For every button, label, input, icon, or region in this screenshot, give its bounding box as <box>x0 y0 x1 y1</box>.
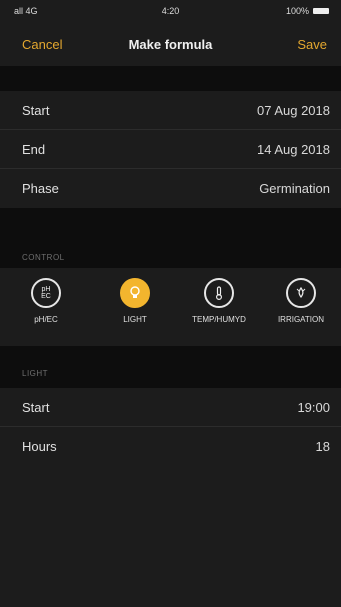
control-section: pH EC pH/EC LIGHT TEMP/HUMYD IRRIGATION <box>0 268 341 346</box>
control-light-label: LIGHT <box>123 315 147 324</box>
navigation-bar: Cancel Make formula Save <box>0 22 341 66</box>
save-button[interactable]: Save <box>297 37 327 52</box>
light-start-label: Start <box>22 399 50 415</box>
battery-percent: 100% <box>285 6 309 16</box>
control-temp-humidity-label: TEMP/HUMYD <box>192 315 246 324</box>
bulb-icon <box>130 286 140 298</box>
control-irrigation-label: IRRIGATION <box>277 315 325 324</box>
ph-ec-icon: pH EC <box>31 278 61 308</box>
light-start-value: 19:00 <box>297 399 330 415</box>
temp-humidity-icon <box>204 278 234 308</box>
thermometer-icon <box>216 286 222 300</box>
phase-label: Phase <box>22 181 59 196</box>
light-section: Start 19:00 Hours 18 <box>0 388 341 466</box>
light-hours-value: 18 <box>315 439 330 454</box>
phase-row[interactable]: Phase Germination <box>0 169 341 208</box>
control-temp-humidity[interactable]: TEMP/HUMYD <box>179 278 259 324</box>
light-icon <box>120 278 150 308</box>
phase-value: Germination <box>259 181 330 196</box>
start-date-row[interactable]: Start 07 Aug 2018 <box>0 91 341 130</box>
end-date-label: End <box>22 141 46 157</box>
control-ph-ec[interactable]: pH EC pH/EC <box>6 278 86 324</box>
bottom-panel <box>0 461 341 607</box>
light-section-header: LIGHT <box>22 369 49 378</box>
end-date-value: 14 Aug 2018 <box>256 141 330 157</box>
schedule-section: Start 07 Aug 2018 End 14 Aug 2018 Phase … <box>0 91 341 208</box>
control-irrigation[interactable]: IRRIGATION <box>261 278 341 324</box>
battery-icon <box>313 8 329 14</box>
light-hours-label: Hours <box>22 439 57 454</box>
end-date-row[interactable]: End 14 Aug 2018 <box>0 130 341 169</box>
start-date-value: 07 Aug 2018 <box>256 102 330 118</box>
page-title: Make formula <box>128 37 213 52</box>
irrigation-icon <box>286 278 316 308</box>
start-date-label: Start <box>22 102 50 118</box>
ph-ec-glyph: pH EC <box>41 286 51 300</box>
control-light[interactable]: LIGHT <box>95 278 175 324</box>
control-section-header: CONTROL <box>22 253 65 262</box>
battery-status: 100% <box>286 6 329 16</box>
light-start-row[interactable]: Start 19:00 <box>0 388 341 427</box>
control-ph-ec-label: pH/EC <box>34 315 58 324</box>
sprinkler-icon <box>296 286 306 299</box>
status-bar: all 4G 4:20 100% <box>0 0 341 22</box>
